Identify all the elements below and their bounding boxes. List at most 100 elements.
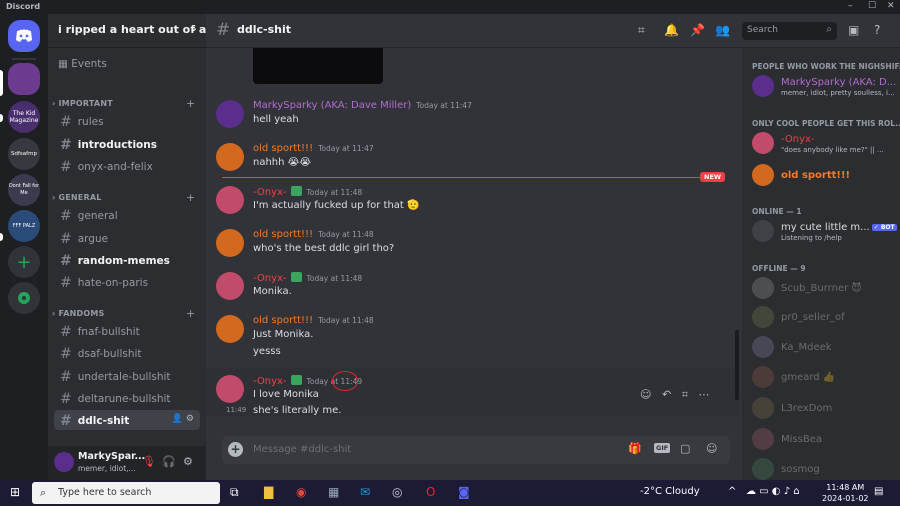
- category-header[interactable]: › GENERAL +: [52, 191, 195, 204]
- tray-icons[interactable]: ☁ ▭ ◐ ♪ ⌂: [746, 486, 800, 497]
- guild-header[interactable]: i ripped a heart out of a hu ⌄: [48, 14, 206, 48]
- avatar[interactable]: [216, 186, 244, 214]
- pin-icon[interactable]: 📌: [690, 23, 705, 37]
- discord-taskbar-icon[interactable]: ◙: [458, 485, 470, 499]
- thread-icon[interactable]: ⌗: [682, 388, 688, 401]
- server-icon[interactable]: [8, 63, 40, 95]
- mail-icon[interactable]: ✉: [360, 485, 370, 499]
- file-explorer-icon[interactable]: ▇: [264, 485, 273, 499]
- add-channel-icon[interactable]: +: [186, 97, 195, 110]
- image-attachment[interactable]: [253, 48, 383, 84]
- avatar[interactable]: [216, 315, 244, 343]
- upload-plus-icon[interactable]: +: [228, 442, 243, 457]
- help-icon[interactable]: ?: [874, 23, 880, 37]
- member-item[interactable]: -Onyx- "does anybody like me?" || ...: [752, 132, 897, 156]
- headphones-icon[interactable]: 🎧: [162, 455, 176, 468]
- message-composer[interactable]: + Message #ddlc-shit 🎁 GIF ▢ ☺: [222, 436, 730, 464]
- avatar[interactable]: [216, 143, 244, 171]
- channel-general[interactable]: # general: [54, 205, 200, 225]
- scrollbar[interactable]: [735, 330, 739, 400]
- events-item[interactable]: ▦ Events: [58, 58, 107, 70]
- server-icon[interactable]: Sdfsafmp: [8, 138, 40, 170]
- reply-icon[interactable]: ↶: [662, 388, 671, 401]
- avatar[interactable]: [216, 375, 244, 403]
- message-author[interactable]: old sportt!!!: [253, 315, 313, 326]
- bell-icon[interactable]: 🔔: [664, 23, 679, 37]
- chevron-up-icon[interactable]: ^: [728, 486, 736, 497]
- message-author[interactable]: old sportt!!!: [253, 143, 313, 154]
- minimize-icon[interactable]: –: [848, 1, 853, 11]
- search-input[interactable]: Search ⌕: [742, 22, 837, 40]
- explore-icon[interactable]: [8, 282, 40, 314]
- user-panel[interactable]: MarkySpar... memer, idiot,... 🎙 🎧 ⚙: [48, 446, 206, 480]
- mute-icon[interactable]: 🎙: [142, 455, 156, 468]
- avatar[interactable]: [216, 229, 244, 257]
- add-reaction-icon[interactable]: ☺: [640, 388, 651, 401]
- gift-icon[interactable]: 🎁: [628, 442, 642, 455]
- message-author[interactable]: -Onyx-: [253, 376, 287, 387]
- gif-icon[interactable]: GIF: [654, 443, 671, 453]
- maximize-icon[interactable]: ☐: [868, 1, 876, 11]
- members-icon[interactable]: 👥: [715, 23, 730, 37]
- server-icon[interactable]: The Kid Magazine: [8, 101, 40, 133]
- channel-hate-on-paris[interactable]: # hate-on-paris: [54, 272, 200, 292]
- chrome-icon[interactable]: ◉: [296, 485, 306, 499]
- member-item[interactable]: MarkySparky (AKA: D... memer, idiot, pre…: [752, 75, 897, 99]
- channel-onyx-and-felix[interactable]: # onyx-and-felix: [54, 156, 200, 176]
- avatar[interactable]: [216, 100, 244, 128]
- member-item[interactable]: my cute little m... ✓ BOT Listening to /h…: [752, 220, 897, 244]
- app-icon[interactable]: ▦: [328, 485, 339, 499]
- add-channel-icon[interactable]: +: [186, 307, 195, 320]
- add-server-icon[interactable]: +: [8, 246, 40, 278]
- discord-home-icon[interactable]: [8, 20, 40, 52]
- steam-icon[interactable]: ◎: [392, 485, 402, 499]
- member-item[interactable]: MissBea: [752, 428, 897, 452]
- gear-icon[interactable]: ⚙: [183, 455, 193, 468]
- add-member-icon[interactable]: 👤: [172, 414, 183, 424]
- category-header[interactable]: › FANDOMS +: [52, 307, 195, 320]
- message-author[interactable]: MarkySparky (AKA: Dave Miller): [253, 100, 411, 111]
- member-item[interactable]: old sportt!!!: [752, 164, 897, 188]
- channel-ddlc-shit[interactable]: # ddlc-shit 👤 ⚙: [54, 410, 200, 430]
- channel-undertale-bullshit[interactable]: # undertale-bullshit: [54, 366, 200, 386]
- windows-start-icon[interactable]: ⊞: [10, 485, 20, 499]
- server-icon[interactable]: Dont Fall for Me: [8, 174, 40, 206]
- member-status: Listening to /help: [781, 234, 842, 242]
- task-view-icon[interactable]: ⧉: [230, 485, 239, 500]
- member-item[interactable]: gmeard 👍: [752, 366, 897, 390]
- emoji-icon[interactable]: ☺: [706, 442, 717, 455]
- avatar[interactable]: [216, 272, 244, 300]
- channel-argue[interactable]: # argue: [54, 228, 200, 248]
- notification-icon[interactable]: ▤: [874, 486, 883, 497]
- sticker-icon[interactable]: ▢: [680, 442, 690, 455]
- message-author[interactable]: -Onyx-: [253, 273, 287, 284]
- more-icon[interactable]: ⋯: [698, 388, 709, 401]
- member-item[interactable]: pr0_seller_of: [752, 306, 897, 330]
- opera-icon[interactable]: O: [426, 485, 435, 499]
- channel-deltarune-bullshit[interactable]: # deltarune-bullshit: [54, 388, 200, 408]
- gear-icon[interactable]: ⚙: [186, 414, 194, 424]
- weather-widget[interactable]: -2°C Cloudy: [640, 486, 700, 497]
- message-author[interactable]: -Onyx-: [253, 187, 287, 198]
- channel-dsaf-bullshit[interactable]: # dsaf-bullshit: [54, 343, 200, 363]
- close-icon[interactable]: ✕: [887, 1, 895, 11]
- user-status: memer, idiot,...: [78, 464, 136, 473]
- inbox-icon[interactable]: ▣: [848, 23, 859, 37]
- category-header[interactable]: › IMPORTANT +: [52, 97, 195, 110]
- server-icon[interactable]: FFF PALZ: [8, 210, 40, 242]
- member-item[interactable]: Scub_Burrner 😈: [752, 277, 897, 301]
- channel-rules[interactable]: # rules: [54, 111, 200, 131]
- message-author[interactable]: old sportt!!!: [253, 229, 313, 240]
- avatar[interactable]: [54, 452, 74, 472]
- channel-random-memes[interactable]: # random-memes: [54, 250, 200, 270]
- channel-introductions[interactable]: # introductions: [54, 134, 200, 154]
- member-item[interactable]: Ka_Mdeek: [752, 336, 897, 360]
- member-item[interactable]: sosmog: [752, 458, 897, 480]
- taskbar-clock[interactable]: 11:48 AM 2024-01-02: [822, 482, 869, 504]
- member-item[interactable]: L3rexDom: [752, 397, 897, 421]
- threads-icon[interactable]: ⌗: [638, 23, 645, 38]
- hash-icon: #: [60, 324, 72, 340]
- taskbar-search-input[interactable]: ⌕ Type here to search: [32, 482, 220, 504]
- add-channel-icon[interactable]: +: [186, 191, 195, 204]
- channel-fnaf-bullshit[interactable]: # fnaf-bullshit: [54, 321, 200, 341]
